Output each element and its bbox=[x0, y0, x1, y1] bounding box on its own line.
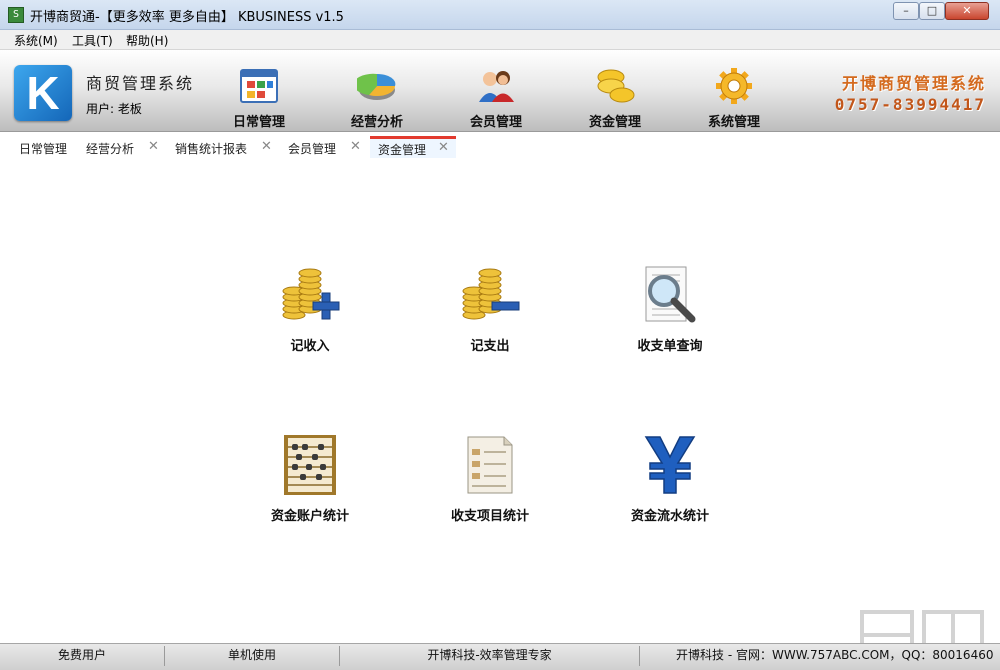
brand-name: 开博商贸管理系统 bbox=[841, 74, 986, 93]
tab-label: 销售统计报表 bbox=[175, 142, 248, 156]
nav-label: 日常管理 bbox=[232, 115, 285, 130]
tab-label: 日常管理 bbox=[19, 142, 68, 156]
nav-business-analysis[interactable]: 经营分析 bbox=[330, 66, 424, 130]
current-user: 用户: 老板 bbox=[86, 102, 142, 116]
app-header: K 商贸管理系统 用户: 老板 日常管理 经营分析 会员管理 资金管理 系统管理… bbox=[0, 50, 1000, 132]
close-icon[interactable]: ✕ bbox=[350, 139, 361, 154]
record-income-button[interactable]: 记收入 bbox=[240, 265, 380, 360]
transaction-query-button[interactable]: 收支单查询 bbox=[600, 265, 740, 360]
func-label: 资金账户统计 bbox=[270, 509, 349, 524]
status-mode: 单机使用 bbox=[165, 646, 340, 666]
func-label: 记收入 bbox=[290, 339, 330, 354]
func-label: 资金流水统计 bbox=[630, 509, 709, 524]
nav-label: 经营分析 bbox=[350, 115, 403, 130]
coins-icon bbox=[597, 69, 635, 103]
coins-plus-icon bbox=[282, 268, 340, 320]
close-icon[interactable]: ✕ bbox=[438, 140, 449, 155]
coins-minus-icon bbox=[462, 268, 520, 320]
nav-label: 资金管理 bbox=[588, 115, 641, 130]
tab-label: 会员管理 bbox=[288, 142, 337, 156]
account-statistics-button[interactable]: 资金账户统计 bbox=[240, 435, 380, 530]
close-icon[interactable]: ✕ bbox=[148, 139, 159, 154]
cash-flow-statistics-button[interactable]: 资金流水统计 bbox=[600, 435, 740, 530]
nav-system-management[interactable]: 系统管理 bbox=[687, 66, 781, 130]
calendar-window-icon bbox=[240, 69, 278, 103]
close-icon[interactable]: ✕ bbox=[261, 139, 272, 154]
app-logo: K bbox=[14, 65, 72, 121]
logo-letter: K bbox=[26, 67, 60, 119]
tab-label: 经营分析 bbox=[86, 142, 135, 156]
yen-icon bbox=[644, 436, 696, 494]
nav-label: 系统管理 bbox=[707, 115, 760, 130]
window-title: 开博商贸通-【更多效率 更多自由】 KBUSINESS v1.5 bbox=[30, 10, 344, 25]
func-label: 记支出 bbox=[470, 339, 510, 354]
tab-fund-management[interactable]: 资金管理 ✕ bbox=[370, 136, 456, 158]
app-icon[interactable]: S bbox=[8, 7, 24, 23]
func-label: 收支项目统计 bbox=[450, 509, 529, 524]
fund-management-panel: 记收入 记支出 收支单查询 资金账户统计 收支项目统计 资金流水统计 bbox=[0, 160, 1000, 642]
item-statistics-button[interactable]: 收支项目统计 bbox=[420, 435, 560, 530]
title-bar[interactable]: S 开博商贸通-【更多效率 更多自由】 KBUSINESS v1.5 – □ ✕ bbox=[0, 0, 1000, 30]
maximize-button[interactable]: □ bbox=[919, 2, 945, 20]
magnifier-document-icon bbox=[645, 266, 696, 323]
record-expense-button[interactable]: 记支出 bbox=[420, 265, 560, 360]
nav-fund-management[interactable]: 资金管理 bbox=[568, 66, 662, 130]
nav-label: 会员管理 bbox=[469, 115, 522, 130]
status-bar: 免费用户 单机使用 开博科技-效率管理专家 开博科技 - 官网：WWW.757A… bbox=[0, 643, 1000, 670]
tab-sales-report[interactable]: 销售统计报表 ✕ bbox=[167, 138, 277, 156]
menu-bar: 系统(M) 工具(T) 帮助(H) bbox=[0, 30, 1000, 50]
brand-phone: 0757-83994417 bbox=[834, 95, 986, 114]
menu-help[interactable]: 帮助(H) bbox=[126, 32, 168, 49]
gear-icon bbox=[716, 68, 752, 104]
pie-chart-icon bbox=[357, 73, 396, 100]
abacus-icon bbox=[284, 435, 336, 495]
status-company: 开博科技-效率管理专家 bbox=[340, 646, 640, 666]
users-icon bbox=[479, 71, 514, 102]
menu-tools[interactable]: 工具(T) bbox=[72, 32, 113, 49]
close-button[interactable]: ✕ bbox=[945, 2, 989, 20]
nav-member-management[interactable]: 会员管理 bbox=[449, 66, 543, 130]
system-name: 商贸管理系统 bbox=[86, 74, 195, 93]
tab-business-analysis[interactable]: 经营分析 ✕ bbox=[78, 138, 164, 156]
func-label: 收支单查询 bbox=[637, 339, 703, 354]
document-list-icon bbox=[467, 436, 513, 494]
status-website: 开博科技 - 官网：WWW.757ABC.COM，QQ：80016460 bbox=[676, 648, 994, 662]
tab-bar: 日常管理 经营分析 ✕ 销售统计报表 ✕ 会员管理 ✕ 资金管理 ✕ bbox=[0, 133, 1000, 159]
tab-daily-management[interactable]: 日常管理 bbox=[11, 138, 81, 156]
nav-daily-management[interactable]: 日常管理 bbox=[212, 66, 306, 130]
tab-label: 资金管理 bbox=[378, 143, 427, 157]
status-license: 免费用户 bbox=[0, 646, 165, 666]
tab-member-management[interactable]: 会员管理 ✕ bbox=[280, 138, 366, 156]
menu-system[interactable]: 系统(M) bbox=[14, 32, 58, 49]
minimize-button[interactable]: – bbox=[893, 2, 919, 20]
